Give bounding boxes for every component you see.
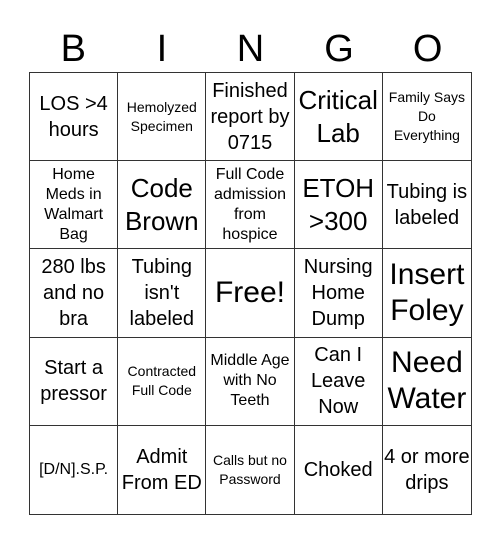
bingo-cell-label: Free! xyxy=(214,275,285,309)
header-letter-g: G xyxy=(324,28,354,70)
bingo-cell-label: [D/N].S.P. xyxy=(39,460,109,478)
bingo-cell[interactable]: Insert Foley xyxy=(382,249,471,338)
bingo-cell[interactable]: LOS >4 hours xyxy=(30,73,119,162)
bingo-cell[interactable]: Start a pressor xyxy=(30,337,119,426)
bingo-cell[interactable]: Code Brown xyxy=(118,161,207,250)
bingo-cell[interactable]: [D/N].S.P. xyxy=(30,425,119,514)
bingo-cell-label: Home Meds in Walmart Bag xyxy=(44,165,104,243)
bingo-cell[interactable]: Nursing Home Dump xyxy=(294,249,383,338)
bingo-cell-label: Choked xyxy=(303,458,373,481)
bingo-cell-label: Tubing is labeled xyxy=(386,180,468,229)
header-letter-n: N xyxy=(236,28,265,70)
bingo-cell-label: Nursing Home Dump xyxy=(303,255,373,330)
bingo-cell-label: Full Code admission from hospice xyxy=(213,165,286,243)
bingo-cell-label: Code Brown xyxy=(124,172,199,236)
bingo-cell[interactable]: Home Meds in Walmart Bag xyxy=(30,161,119,250)
header-letter-i: I xyxy=(156,28,168,70)
header-letter-b: B xyxy=(60,28,86,70)
bingo-cell[interactable]: Calls but no Password xyxy=(206,425,295,514)
bingo-cell-label: Tubing isn't labeled xyxy=(129,255,195,330)
bingo-cell[interactable]: Can I Leave Now xyxy=(294,337,383,426)
bingo-cell-label: Hemolyzed Specimen xyxy=(126,98,197,134)
bingo-cell-label: Critical Lab xyxy=(298,84,378,148)
bingo-cell[interactable]: Admit From ED xyxy=(118,425,207,514)
bingo-cell[interactable]: Tubing isn't labeled xyxy=(118,249,207,338)
bingo-cell[interactable]: Finished report by 0715 xyxy=(206,73,295,162)
bingo-cell-label: 4 or more drips xyxy=(384,445,470,494)
bingo-cell-label: ETOH >300 xyxy=(302,172,375,236)
bingo-cell[interactable]: Choked xyxy=(295,425,383,514)
bingo-cell-label: Family Says Do Everything xyxy=(388,89,465,144)
bingo-cell[interactable]: Hemolyzed Specimen xyxy=(118,73,207,162)
bingo-cell-label: 280 lbs and no bra xyxy=(41,255,106,330)
bingo-cell-label: Insert Foley xyxy=(389,257,465,327)
bingo-cell-label: Start a pressor xyxy=(40,357,107,406)
header-letter-o: O xyxy=(412,28,443,70)
bingo-cell-label: LOS >4 hours xyxy=(39,92,108,141)
bingo-cell[interactable]: 4 or more drips xyxy=(383,426,471,514)
bingo-cell-label: Calls but no Password xyxy=(213,451,287,487)
bingo-cell[interactable]: Full Code admission from hospice xyxy=(206,161,295,250)
bingo-cell[interactable]: 280 lbs and no bra xyxy=(30,249,119,338)
bingo-card-grid: LOS >4 hours Hemolyzed Specimen Finished r… xyxy=(29,72,472,515)
bingo-cell[interactable]: Middle Age with No Teeth xyxy=(206,337,295,426)
bingo-cell-label: Contracted Full Code xyxy=(127,363,197,399)
bingo-cell[interactable]: Critical Lab xyxy=(294,73,383,162)
bingo-cell-label: Admit From ED xyxy=(121,445,202,494)
bingo-cell[interactable]: Family Says Do Everything xyxy=(382,73,471,162)
bingo-cell[interactable]: ETOH >300 xyxy=(294,161,383,250)
bingo-cell-label: Finished report by 0715 xyxy=(210,79,290,154)
bingo-cell[interactable]: Need Water xyxy=(382,338,471,426)
bingo-cell-label: Middle Age with No Teeth xyxy=(210,352,290,410)
bingo-cell[interactable]: Tubing is labeled xyxy=(382,161,471,250)
bingo-cell-free[interactable]: Free! xyxy=(206,249,295,338)
bingo-cell[interactable]: Contracted Full Code xyxy=(118,337,207,426)
bingo-cell-label: Can I Leave Now xyxy=(310,344,366,419)
bingo-cell-label: Need Water xyxy=(387,346,467,416)
bingo-header: B I N G O xyxy=(29,26,472,72)
